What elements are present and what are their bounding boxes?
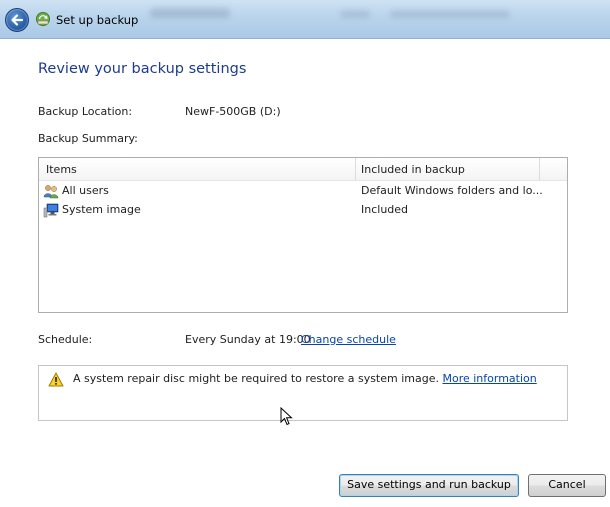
backup-summary-label: Backup Summary: (38, 132, 138, 145)
backup-summary-list[interactable]: Items Included in backup All users Defau… (38, 157, 568, 313)
back-button[interactable] (5, 8, 29, 32)
users-icon (43, 185, 59, 199)
warning-box: A system repair disc might be required t… (38, 365, 568, 421)
column-divider[interactable] (355, 158, 356, 180)
page-heading: Review your backup settings (38, 61, 247, 77)
back-arrow-icon (11, 14, 24, 26)
column-header-items[interactable]: Items (46, 163, 77, 176)
warning-text: A system repair disc might be required t… (73, 372, 439, 385)
system-image-icon (43, 203, 59, 218)
blurred-background (390, 10, 510, 18)
column-header-included[interactable]: Included in backup (361, 163, 465, 176)
backup-location-value: NewF-500GB (D:) (185, 105, 281, 118)
schedule-value: Every Sunday at 19:00 (185, 333, 311, 346)
warning-icon (48, 372, 64, 387)
item-name: All users (62, 184, 109, 197)
item-included: Included (361, 203, 409, 216)
warning-message: A system repair disc might be required t… (73, 372, 537, 385)
item-name: System image (62, 203, 141, 216)
list-header: Items Included in backup (39, 158, 567, 181)
item-included: Default Windows folders and lo... (361, 184, 543, 197)
more-information-link[interactable]: More information (442, 372, 536, 385)
title-bar: Set up backup (0, 0, 610, 39)
backup-icon (36, 12, 50, 26)
list-item[interactable]: System image Included (39, 201, 567, 220)
save-and-run-button[interactable]: Save settings and run backup (339, 474, 519, 497)
window-title: Set up backup (56, 13, 139, 27)
cancel-button[interactable]: Cancel (528, 474, 606, 497)
list-item[interactable]: All users Default Windows folders and lo… (39, 182, 567, 201)
mouse-cursor-icon (280, 407, 293, 426)
column-divider[interactable] (539, 158, 540, 180)
blurred-background (340, 10, 370, 18)
wizard-content: Review your backup settings Backup Locat… (0, 39, 610, 507)
backup-location-label: Backup Location: (38, 105, 133, 118)
blurred-background (150, 8, 230, 18)
schedule-label: Schedule: (38, 333, 93, 346)
change-schedule-link[interactable]: Change schedule (301, 333, 396, 346)
